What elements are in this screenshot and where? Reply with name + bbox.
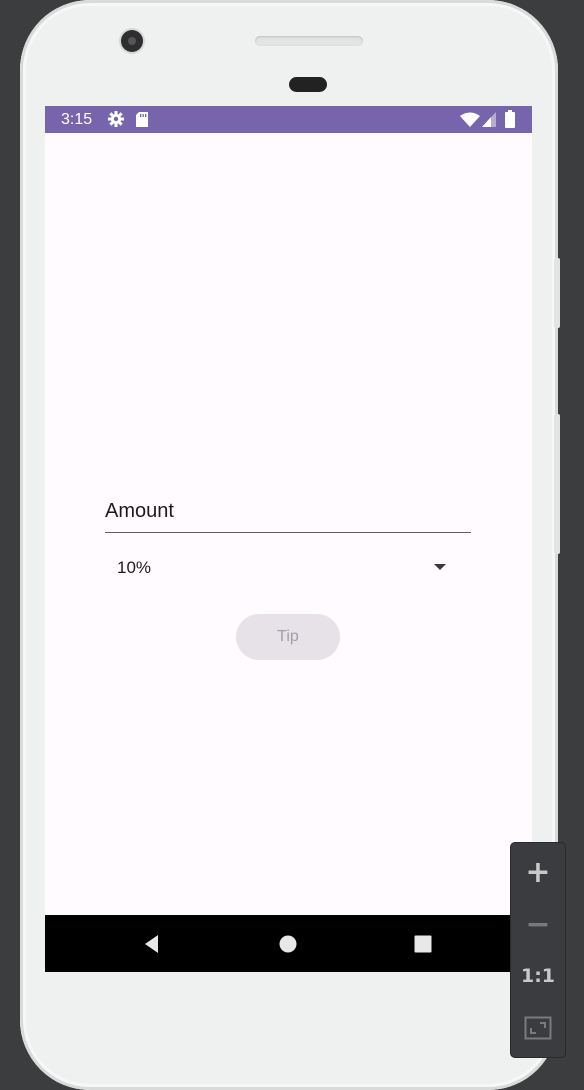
tip-button[interactable]: Tip xyxy=(236,614,340,660)
wifi-icon xyxy=(460,112,480,132)
tip-percent-value: 10% xyxy=(117,558,152,577)
zoom-in-button[interactable]: + xyxy=(511,846,565,898)
gear-icon xyxy=(108,111,124,132)
status-time: 3:15 xyxy=(61,111,93,128)
battery-icon xyxy=(505,110,515,133)
recents-icon[interactable] xyxy=(411,932,435,956)
navigation-bar xyxy=(45,915,532,972)
power-button xyxy=(554,258,560,328)
sd-card-icon xyxy=(136,112,148,132)
fit-screen-icon xyxy=(524,1016,552,1040)
earpiece-speaker xyxy=(255,36,363,46)
amount-input[interactable] xyxy=(105,492,471,530)
fit-screen-button[interactable] xyxy=(511,1002,565,1054)
volume-button xyxy=(554,414,560,554)
cell-signal-icon xyxy=(482,112,496,132)
actual-size-button[interactable]: 1:1 xyxy=(511,950,565,1002)
back-icon[interactable] xyxy=(141,932,165,956)
emulator-zoom-panel: + − 1:1 xyxy=(511,843,565,1057)
app-content: 10% Tip xyxy=(45,133,532,915)
device-screen: 3:15 Amount 10% Tip xyxy=(45,106,532,972)
status-bar: 3:15 xyxy=(45,106,532,133)
front-camera xyxy=(121,30,143,52)
home-icon[interactable] xyxy=(276,932,300,956)
amount-field[interactable] xyxy=(105,492,471,533)
zoom-out-button[interactable]: − xyxy=(511,898,565,950)
dropdown-arrow-icon xyxy=(434,564,446,570)
tip-percent-spinner[interactable]: 10% xyxy=(105,545,455,589)
proximity-sensor xyxy=(289,77,327,92)
